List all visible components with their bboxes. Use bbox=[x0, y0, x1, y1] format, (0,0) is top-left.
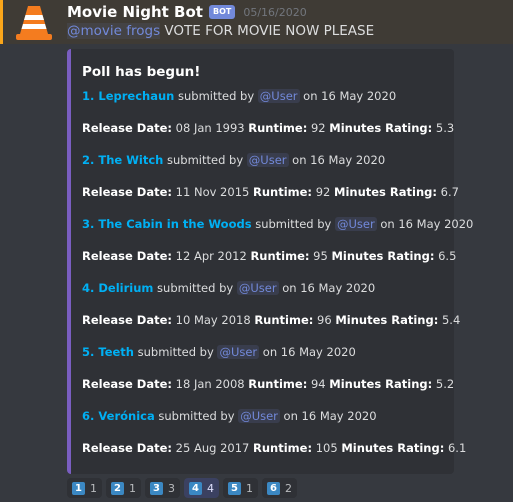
rating-label: Minutes Rating: bbox=[329, 377, 433, 391]
rating-label: Minutes Rating: bbox=[335, 313, 439, 327]
reaction-count: 2 bbox=[285, 481, 292, 495]
poll-embed: Poll has begun! 1. Leprechaun submitted … bbox=[67, 49, 473, 474]
release-label: Release Date: bbox=[82, 441, 173, 455]
reaction-3[interactable]: 33 bbox=[145, 478, 180, 498]
user-mention[interactable]: @User bbox=[217, 345, 260, 359]
release-label: Release Date: bbox=[82, 121, 173, 135]
rating-label: Minutes Rating: bbox=[341, 441, 445, 455]
bot-tag: BOT bbox=[208, 5, 236, 19]
movie-entry: 4. Delirium submitted by @User on 16 May… bbox=[82, 281, 376, 295]
role-mention[interactable]: @movie frogs bbox=[67, 23, 161, 39]
movie-title-link[interactable]: 1. Leprechaun bbox=[82, 89, 174, 103]
reaction-count: 1 bbox=[90, 481, 97, 495]
movie-details: Release Date: 11 Nov 2015 Runtime: 92 Mi… bbox=[82, 185, 459, 199]
message-text: VOTE FOR MOVIE NOW PLEASE bbox=[160, 23, 375, 39]
keycap-3-icon: 3 bbox=[150, 481, 163, 495]
movie-entry: 6. Verónica submitted by @User on 16 May… bbox=[82, 409, 377, 423]
reaction-4[interactable]: 44 bbox=[184, 478, 219, 498]
username[interactable]: Movie Night Bot bbox=[67, 3, 203, 21]
reaction-2[interactable]: 21 bbox=[106, 478, 141, 498]
movie-entry: 1. Leprechaun submitted by @User on 16 M… bbox=[82, 89, 397, 103]
user-mention[interactable]: @User bbox=[257, 89, 300, 103]
bot-avatar-icon[interactable] bbox=[14, 4, 54, 44]
movie-title-link[interactable]: 2. The Witch bbox=[82, 153, 163, 167]
mention-bar bbox=[0, 0, 3, 44]
user-mention[interactable]: @User bbox=[236, 281, 279, 295]
movie-entry: 3. The Cabin in the Woods submitted by @… bbox=[82, 217, 474, 231]
reaction-1[interactable]: 11 bbox=[67, 478, 102, 498]
reaction-count: 1 bbox=[129, 481, 136, 495]
keycap-6-icon: 6 bbox=[267, 481, 280, 495]
timestamp[interactable]: 05/16/2020 bbox=[243, 6, 306, 19]
movie-details: Release Date: 18 Jan 2008 Runtime: 94 Mi… bbox=[82, 377, 455, 391]
user-mention[interactable]: @User bbox=[246, 153, 289, 167]
keycap-5-icon: 5 bbox=[228, 481, 241, 495]
movie-details: Release Date: 08 Jan 1993 Runtime: 92 Mi… bbox=[82, 121, 455, 135]
message: Movie Night Bot BOT 05/16/2020 @movie fr… bbox=[0, 0, 513, 502]
user-mention[interactable]: @User bbox=[238, 409, 280, 423]
release-label: Release Date: bbox=[82, 313, 173, 327]
runtime-label: Runtime: bbox=[250, 249, 310, 263]
reaction-count: 1 bbox=[246, 481, 253, 495]
keycap-1-icon: 1 bbox=[72, 481, 85, 495]
runtime-label: Runtime: bbox=[254, 313, 314, 327]
movie-title-link[interactable]: 4. Delirium bbox=[82, 281, 153, 295]
message-content: @movie frogs VOTE FOR MOVIE NOW PLEASE bbox=[67, 23, 374, 39]
keycap-2-icon: 2 bbox=[111, 481, 124, 495]
runtime-label: Runtime: bbox=[248, 377, 308, 391]
movie-title-link[interactable]: 3. The Cabin in the Woods bbox=[82, 217, 252, 231]
rating-label: Minutes Rating: bbox=[329, 121, 433, 135]
release-label: Release Date: bbox=[82, 249, 173, 263]
reaction-count: 3 bbox=[168, 481, 175, 495]
reaction-6[interactable]: 62 bbox=[262, 478, 297, 498]
user-mention[interactable]: @User bbox=[335, 217, 377, 231]
message-header: Movie Night Bot BOT 05/16/2020 bbox=[67, 2, 307, 22]
reaction-count: 4 bbox=[207, 481, 214, 495]
movie-details: Release Date: 12 Apr 2012 Runtime: 95 Mi… bbox=[82, 249, 457, 263]
rating-label: Minutes Rating: bbox=[334, 185, 437, 199]
rating-label: Minutes Rating: bbox=[331, 249, 435, 263]
runtime-label: Runtime: bbox=[252, 185, 313, 199]
movie-title-link[interactable]: 6. Verónica bbox=[82, 409, 155, 423]
reaction-5[interactable]: 51 bbox=[223, 478, 258, 498]
movie-entry: 2. The Witch submitted by @User on 16 Ma… bbox=[82, 153, 386, 167]
movie-details: Release Date: 10 May 2018 Runtime: 96 Mi… bbox=[82, 313, 461, 327]
release-label: Release Date: bbox=[82, 185, 173, 199]
runtime-label: Runtime: bbox=[253, 441, 313, 455]
movie-entry: 5. Teeth submitted by @User on 16 May 20… bbox=[82, 345, 356, 359]
reactions: 112133445162 bbox=[67, 478, 297, 498]
runtime-label: Runtime: bbox=[248, 121, 308, 135]
movie-details: Release Date: 25 Aug 2017 Runtime: 105 M… bbox=[82, 441, 467, 455]
release-label: Release Date: bbox=[82, 377, 173, 391]
embed-title: Poll has begun! bbox=[82, 64, 201, 80]
movie-title-link[interactable]: 5. Teeth bbox=[82, 345, 134, 359]
keycap-4-icon: 4 bbox=[189, 481, 202, 495]
